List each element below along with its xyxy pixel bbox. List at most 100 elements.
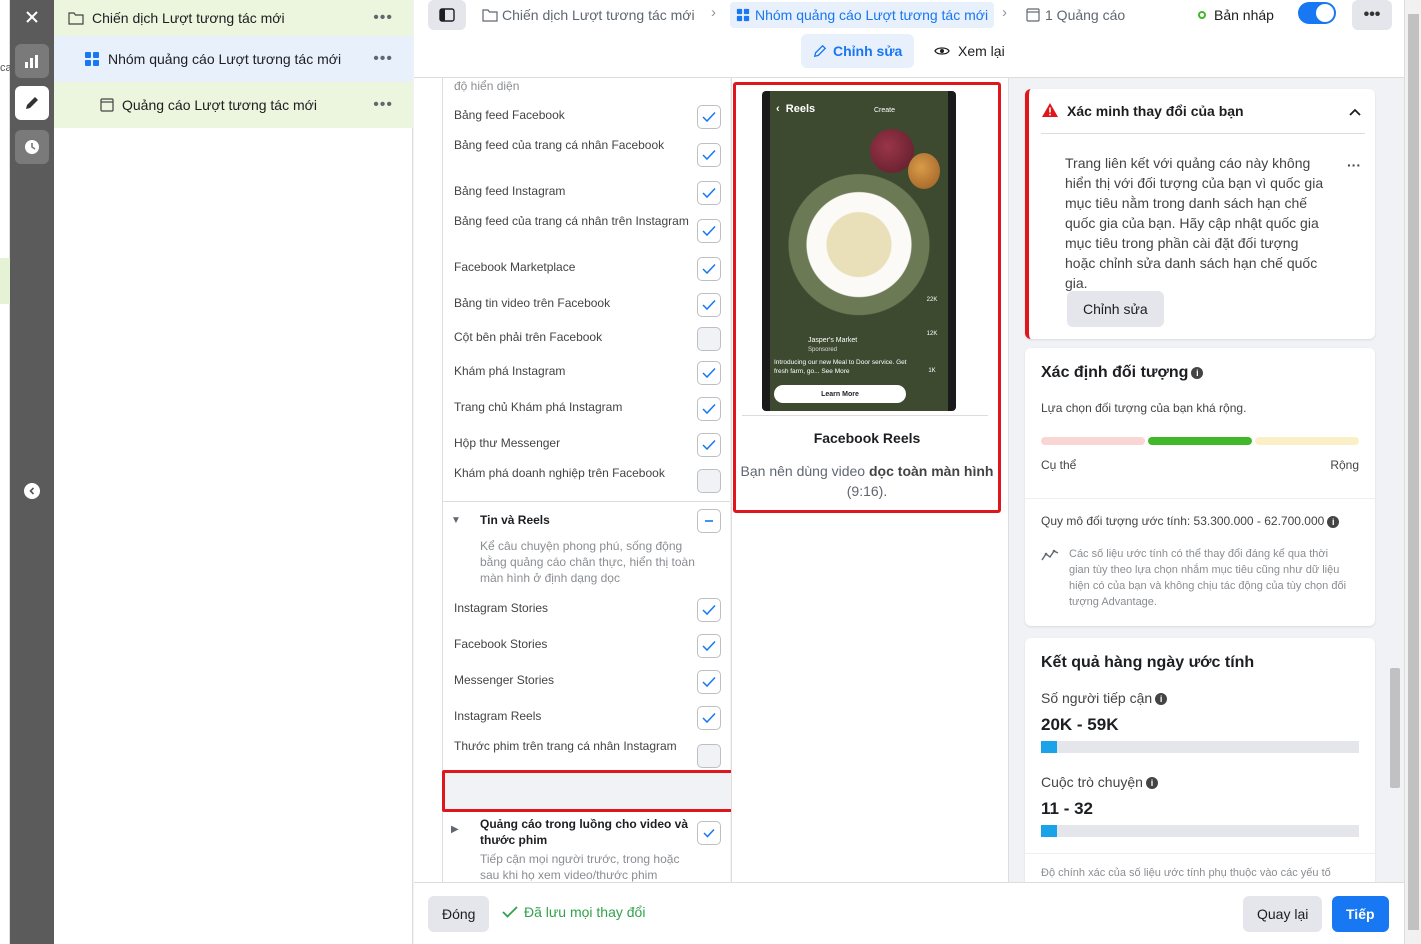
- tree-campaign-label: Chiến dịch Lượt tương tác mới: [92, 10, 285, 26]
- placements-list: độ hiển diện Bảng feed Facebook Bảng feed…: [414, 78, 730, 882]
- tab-review-label: Xem lại: [958, 43, 1005, 59]
- placement-checkbox[interactable]: [697, 257, 721, 281]
- caret-down-icon[interactable]: ▼: [451, 515, 461, 526]
- info-icon: i: [1145, 777, 1158, 790]
- divider: [1025, 853, 1375, 854]
- status-dot-icon: [1198, 11, 1206, 19]
- chevron-up-icon[interactable]: [1349, 104, 1361, 119]
- grid-icon: [736, 8, 750, 22]
- tab-edit[interactable]: Chỉnh sửa: [801, 34, 915, 68]
- status-badge: Bản nháp: [1198, 2, 1274, 28]
- placement-checkbox[interactable]: [697, 397, 721, 421]
- chevron-right-icon: ›: [1002, 4, 1007, 21]
- breadcrumb-campaign[interactable]: Chiến dịch Lượt tương tác mới: [482, 2, 695, 28]
- breadcrumb-adset[interactable]: Nhóm quảng cáo Lượt tương tác mới: [730, 2, 995, 28]
- placement-checkbox[interactable]: [697, 219, 721, 243]
- gauge-label-broad: Rộng: [1330, 458, 1359, 472]
- gauge-label-specific: Cụ thể: [1041, 458, 1077, 472]
- close-button[interactable]: Đóng: [428, 896, 490, 932]
- create-label: Create: [874, 107, 896, 114]
- folder-icon: [482, 9, 498, 22]
- placements-cut-text: độ hiển diện: [454, 79, 520, 93]
- tree-adset-label: Nhóm quảng cáo Lượt tương tác mới: [108, 51, 342, 67]
- results-title: Kết quả hàng ngày ước tính: [1041, 654, 1255, 671]
- ad-more-button[interactable]: •••: [373, 96, 393, 114]
- placement-checkbox[interactable]: [697, 598, 721, 622]
- placement-checkbox[interactable]: [697, 361, 721, 385]
- adset-more-button[interactable]: •••: [373, 50, 393, 68]
- placement-checkbox[interactable]: [697, 433, 721, 457]
- publish-toggle[interactable]: [1298, 2, 1336, 24]
- placement-checkbox[interactable]: [697, 293, 721, 317]
- brand-name: Jasper's Market: [808, 337, 858, 344]
- chart-icon[interactable]: [15, 44, 49, 78]
- next-button[interactable]: Tiếp: [1332, 896, 1389, 932]
- page-scrollbar[interactable]: [1404, 0, 1421, 944]
- more-dots-icon[interactable]: ···: [1347, 157, 1361, 173]
- info-icon: i: [1327, 515, 1340, 528]
- verify-title: Xác minh thay đổi của bạn: [1067, 103, 1244, 119]
- caret-right-icon[interactable]: ▶: [451, 824, 459, 835]
- conversations-value: 11 - 32: [1041, 799, 1093, 818]
- eye-icon: [934, 47, 950, 55]
- insights-scrollbar[interactable]: [1387, 78, 1401, 882]
- info-icon: i: [1155, 693, 1168, 706]
- instream-section-desc: Tiếp cận mọi người trước, trong hoặc sau…: [480, 852, 680, 882]
- collapse-chevron-icon[interactable]: [24, 483, 40, 499]
- left-edge-strip: ca: [0, 0, 12, 944]
- placement-checkbox[interactable]: [697, 634, 721, 658]
- stories-section-title: Tin và Reels: [480, 513, 550, 527]
- placement-checkbox[interactable]: [697, 181, 721, 205]
- placement-label: Cột bên phải trên Facebook: [454, 330, 603, 344]
- instream-section-checkbox[interactable]: [697, 821, 721, 845]
- breadcrumb-ad[interactable]: 1 Quảng cáo: [1026, 2, 1125, 28]
- tree-ad[interactable]: Quảng cáo Lượt tương tác mới •••: [54, 82, 413, 128]
- header-more-button[interactable]: •••: [1352, 0, 1392, 30]
- check-icon: [502, 906, 518, 918]
- reach-value: 20K - 59K: [1041, 715, 1119, 734]
- conversations-label: Cuộc trò chuyện i: [1041, 774, 1158, 790]
- back-button[interactable]: Quay lại: [1243, 896, 1323, 932]
- conversations-bar: [1041, 825, 1359, 837]
- placement-checkbox[interactable]: [697, 706, 721, 730]
- history-clock-icon[interactable]: [15, 130, 49, 164]
- edit-pencil-icon[interactable]: [15, 86, 49, 120]
- tree-campaign[interactable]: Chiến dịch Lượt tương tác mới •••: [54, 0, 413, 36]
- gauge-segment-good: [1148, 437, 1252, 445]
- reels-header: ‹ Reels: [776, 103, 816, 115]
- placement-label: Bảng feed của trang cá nhân Facebook: [454, 138, 665, 152]
- insights-column: Xác minh thay đổi của bạn Trang liên kết…: [1010, 78, 1404, 882]
- shares-count: 1K: [928, 368, 936, 374]
- tab-edit-label: Chỉnh sửa: [833, 43, 903, 59]
- chevron-right-icon: ›: [711, 4, 716, 21]
- placement-checkbox[interactable]: [697, 670, 721, 694]
- scroll-thumb[interactable]: [1408, 14, 1419, 930]
- placement-checkbox[interactable]: [697, 143, 721, 167]
- close-icon[interactable]: [15, 0, 49, 34]
- placement-checkbox[interactable]: [697, 469, 721, 493]
- breadcrumb-adset-label: Nhóm quảng cáo Lượt tương tác mới: [755, 7, 989, 23]
- edit-button[interactable]: Chỉnh sửa: [1067, 291, 1164, 327]
- placement-checkbox[interactable]: [697, 105, 721, 129]
- reels-phone-mockup: ‹ Reels Create 22K 12K 1K Jasper's Marke…: [762, 91, 956, 411]
- placement-label: Thước phim trên trang cá nhân Instagram: [454, 739, 677, 753]
- placement-checkbox[interactable]: [697, 744, 721, 768]
- divider: [1041, 133, 1365, 134]
- reach-label: Số người tiếp cận i: [1041, 690, 1168, 706]
- reach-bar-fill: [1041, 741, 1057, 753]
- instream-section-title: Quảng cáo trong luồng cho video và thước…: [480, 817, 689, 847]
- placement-label: Hộp thư Messenger: [454, 436, 561, 450]
- scroll-thumb[interactable]: [1390, 668, 1400, 788]
- pencil-icon: [813, 44, 827, 58]
- tree-adset[interactable]: Nhóm quảng cáo Lượt tương tác mới •••: [54, 36, 413, 82]
- reels-label: Reels: [785, 103, 816, 115]
- tab-review[interactable]: Xem lại: [922, 34, 1017, 68]
- ad-caption: Introducing our new Meal to Door service…: [774, 359, 907, 375]
- campaign-more-button[interactable]: •••: [373, 9, 393, 27]
- grid-icon: [84, 51, 100, 67]
- placement-checkbox[interactable]: [697, 327, 721, 351]
- stories-section-checkbox[interactable]: [697, 509, 721, 533]
- folder-icon: [68, 11, 84, 25]
- sidebar-toggle-icon[interactable]: [428, 0, 466, 30]
- divider: [742, 415, 988, 416]
